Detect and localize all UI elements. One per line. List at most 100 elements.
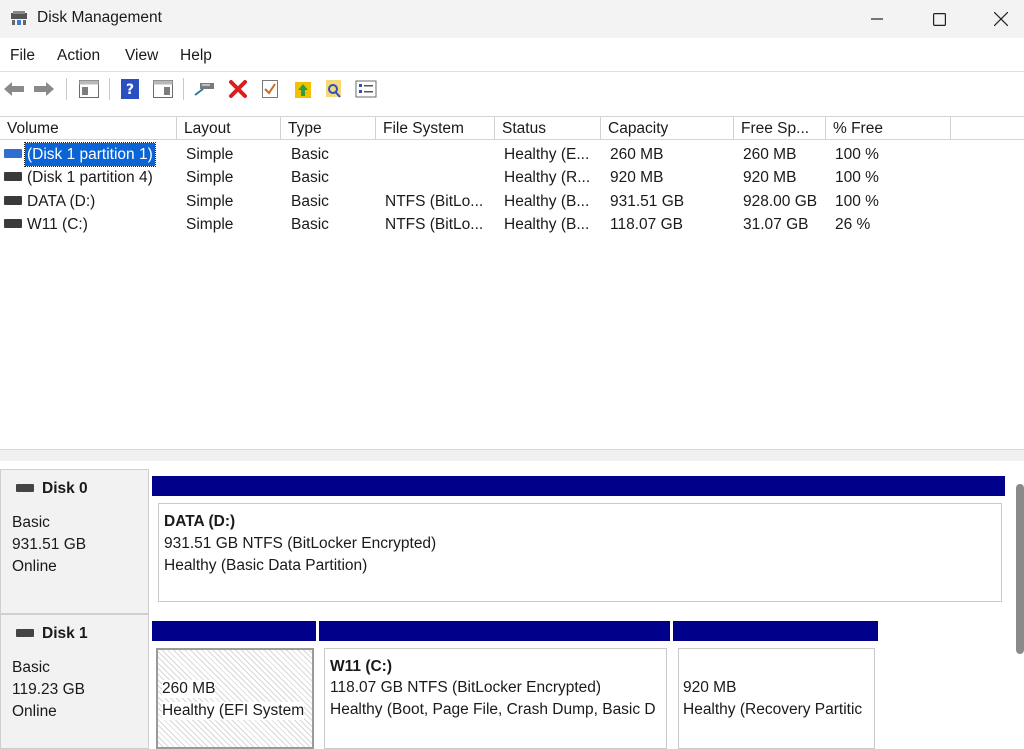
connect-button[interactable] xyxy=(193,77,217,101)
pane-splitter[interactable] xyxy=(0,449,1024,461)
capacity-cell: 931.51 GB xyxy=(610,193,685,210)
type-cell: Basic xyxy=(291,193,329,210)
volume-icon xyxy=(4,172,22,181)
partition-body: W11 (C:) 118.07 GB NTFS (BitLocker Encry… xyxy=(324,648,667,749)
title-bar: Disk Management xyxy=(0,0,1024,38)
toolbar: ? xyxy=(0,72,1024,106)
settings-button[interactable] xyxy=(354,77,378,101)
properties-button[interactable] xyxy=(258,77,282,101)
capacity-cell: 920 MB xyxy=(610,169,664,186)
disk-kind: Basic xyxy=(12,659,50,676)
disk-size: 931.51 GB xyxy=(12,536,87,553)
menu-view[interactable]: View xyxy=(125,47,158,65)
column-header-status[interactable]: Status xyxy=(495,117,601,140)
percent-free-cell: 100 % xyxy=(835,169,879,186)
console-tree-button[interactable] xyxy=(77,77,101,101)
disk-state: Online xyxy=(12,703,57,720)
type-cell: Basic xyxy=(291,216,329,233)
partition-size: 931.51 GB NTFS (BitLocker Encrypted) xyxy=(164,535,437,552)
column-header-volume[interactable]: Volume xyxy=(0,117,177,140)
partition-status: Healthy (Recovery Partitic xyxy=(683,701,863,718)
partition-bar xyxy=(319,621,670,641)
disk-kind: Basic xyxy=(12,514,50,531)
close-button[interactable] xyxy=(970,0,1024,38)
partition-size: 260 MB xyxy=(162,680,216,698)
disk-1-label[interactable]: Disk 1 Basic 119.23 GB Online xyxy=(0,614,149,749)
free-space-cell: 928.00 GB xyxy=(743,193,818,210)
console-tree-icon xyxy=(79,80,99,98)
free-space-cell: 31.07 GB xyxy=(743,216,809,233)
volume-icon xyxy=(4,149,22,158)
disk-size: 119.23 GB xyxy=(12,681,85,698)
disk-graphical-view: Disk 0 Basic 931.51 GB Online DATA (D:) … xyxy=(0,461,1024,749)
vertical-scrollbar[interactable] xyxy=(1016,484,1024,654)
percent-free-cell: 26 % xyxy=(835,216,871,233)
capacity-cell: 118.07 GB xyxy=(610,216,683,233)
menu-help[interactable]: Help xyxy=(180,47,212,65)
volume-name: W11 (C:) xyxy=(27,216,88,233)
table-row[interactable]: DATA (D:) Simple Basic NTFS (BitLo... He… xyxy=(0,190,1024,213)
back-icon xyxy=(4,82,24,96)
disk-name: Disk 0 xyxy=(42,480,88,497)
partition-recovery[interactable]: 920 MB Healthy (Recovery Partitic xyxy=(673,621,878,749)
file-system-cell: NTFS (BitLo... xyxy=(385,193,484,210)
help-icon: ? xyxy=(121,79,139,99)
minimize-icon xyxy=(871,18,883,20)
partition-title: W11 (C:) xyxy=(330,658,392,675)
menu-bar: File Action View Help xyxy=(0,41,1024,71)
partition-w11-c[interactable]: W11 (C:) 118.07 GB NTFS (BitLocker Encry… xyxy=(319,621,670,749)
partition-status: Healthy (Boot, Page File, Crash Dump, Ba… xyxy=(330,701,656,718)
maximize-icon xyxy=(932,12,946,26)
partition-body: 260 MB Healthy (EFI System xyxy=(156,648,314,749)
export-icon xyxy=(295,82,311,98)
percent-free-cell: 100 % xyxy=(835,146,879,163)
export-button[interactable] xyxy=(291,77,315,101)
column-header-type[interactable]: Type xyxy=(281,117,376,140)
back-button[interactable] xyxy=(2,77,26,101)
volume-name: (Disk 1 partition 4) xyxy=(27,169,153,186)
disk-icon xyxy=(16,629,34,637)
partition-size: 920 MB xyxy=(683,679,737,696)
column-header-file-system[interactable]: File System xyxy=(376,117,495,140)
window-title: Disk Management xyxy=(37,9,162,26)
file-system-cell: NTFS (BitLo... xyxy=(385,216,484,233)
disk-management-icon xyxy=(11,11,27,25)
type-cell: Basic xyxy=(291,169,329,186)
menu-file[interactable]: File xyxy=(10,47,35,65)
volume-icon xyxy=(4,196,22,205)
layout-cell: Simple xyxy=(186,146,234,163)
minimize-button[interactable] xyxy=(846,0,908,38)
partition-status: Healthy (Basic Data Partition) xyxy=(164,557,368,574)
forward-button[interactable] xyxy=(32,77,56,101)
action-pane-button[interactable] xyxy=(151,77,175,101)
volume-name: (Disk 1 partition 1) xyxy=(24,142,156,167)
table-row[interactable]: (Disk 1 partition 4) Simple Basic Health… xyxy=(0,166,1024,189)
table-row[interactable]: (Disk 1 partition 1) Simple Basic Health… xyxy=(0,142,1024,167)
percent-free-cell: 100 % xyxy=(835,193,879,210)
partition-efi[interactable]: 260 MB Healthy (EFI System xyxy=(152,621,316,749)
maximize-button[interactable] xyxy=(908,0,970,38)
find-button[interactable] xyxy=(322,77,346,101)
partition-title: DATA (D:) xyxy=(164,513,236,530)
menu-action[interactable]: Action xyxy=(57,47,100,65)
type-cell: Basic xyxy=(291,146,329,163)
partition-data-d[interactable]: DATA (D:) 931.51 GB NTFS (BitLocker Encr… xyxy=(152,476,1005,606)
partition-status: Healthy (EFI System xyxy=(162,702,305,720)
table-row[interactable]: W11 (C:) Simple Basic NTFS (BitLo... Hea… xyxy=(0,213,1024,236)
show-hide-action-pane-icon xyxy=(153,80,173,98)
column-header-capacity[interactable]: Capacity xyxy=(601,117,734,140)
delete-button[interactable] xyxy=(226,77,250,101)
layout-cell: Simple xyxy=(186,216,234,233)
volume-list-header: Volume Layout Type File System Status Ca… xyxy=(0,116,1024,140)
layout-cell: Simple xyxy=(186,193,234,210)
partition-size: 118.07 GB NTFS (BitLocker Encrypted) xyxy=(330,679,602,696)
column-header-percent-free[interactable]: % Free xyxy=(826,117,951,140)
disk-icon xyxy=(16,484,34,492)
column-header-layout[interactable]: Layout xyxy=(177,117,281,140)
unused-area xyxy=(880,614,1024,749)
volume-name: DATA (D:) xyxy=(27,193,96,210)
disk-0-label[interactable]: Disk 0 Basic 931.51 GB Online xyxy=(0,469,149,614)
help-button[interactable]: ? xyxy=(118,77,142,101)
column-header-free-space[interactable]: Free Sp... xyxy=(734,117,826,140)
partition-bar xyxy=(673,621,878,641)
